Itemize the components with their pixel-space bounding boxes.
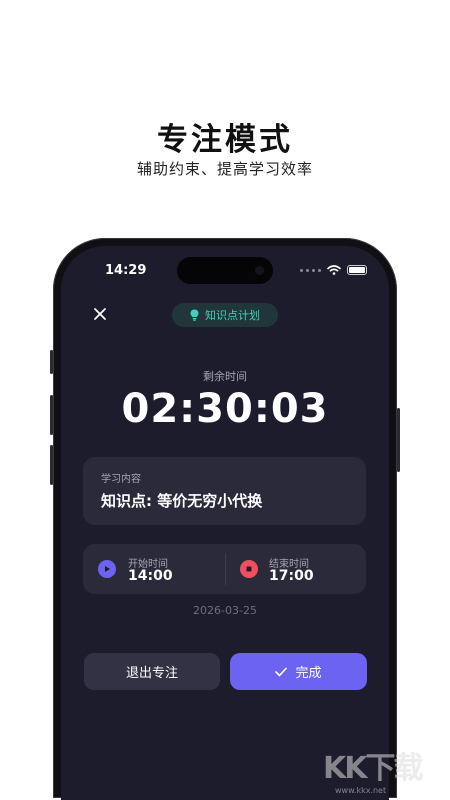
schedule-card: 开始时间 14:00 结束时间 17:00 [83, 544, 366, 594]
check-icon [275, 667, 288, 676]
end-time-value: 17:00 [269, 568, 314, 584]
phone-side-button [50, 350, 53, 374]
study-content-label: 学习内容 [101, 474, 141, 485]
promo-subline: 辅助约束、提高学习效率 [136, 160, 313, 178]
status-time: 14:29 [105, 263, 147, 278]
plan-badge-label: 知识点计划 [205, 309, 260, 322]
camera-icon [255, 266, 264, 275]
promo-headline: 专注模式 [157, 122, 293, 158]
close-button[interactable] [89, 303, 111, 325]
play-icon [98, 560, 116, 578]
study-content-card: 学习内容 知识点: 等价无穷小代换 [83, 457, 366, 525]
wifi-icon [327, 265, 341, 275]
close-icon [94, 308, 106, 320]
dynamic-island [177, 257, 273, 284]
watermark-logo: KK下载 [323, 751, 423, 786]
exit-focus-button[interactable]: 退出专注 [84, 653, 220, 690]
phone-power-button [397, 408, 400, 472]
status-indicators [300, 264, 367, 276]
done-label: 完成 [295, 666, 322, 681]
plan-badge[interactable]: 知识点计划 [172, 303, 278, 327]
session-date: 2026-03-25 [193, 604, 257, 617]
signal-icon [300, 268, 321, 272]
stop-icon [240, 560, 258, 578]
exit-focus-label: 退出专注 [125, 666, 178, 681]
phone-volume-down [50, 445, 53, 485]
bulb-icon [190, 309, 199, 321]
remaining-time-label: 剩余时间 [203, 370, 247, 383]
app-screen: 14:29 知识点计划 剩余时间 02:30:03 学习内容 知识点: 等价无穷… [61, 246, 389, 800]
battery-icon [347, 265, 367, 275]
watermark-url: www.kkx.net [335, 786, 387, 795]
phone-volume-up [50, 395, 53, 435]
end-time-block: 结束时间 17:00 [225, 544, 366, 594]
done-button[interactable]: 完成 [230, 653, 367, 690]
countdown-timer: 02:30:03 [121, 386, 329, 432]
study-content-value: 知识点: 等价无穷小代换 [101, 492, 263, 510]
start-time-value: 14:00 [128, 568, 173, 584]
start-time-block: 开始时间 14:00 [83, 544, 225, 594]
